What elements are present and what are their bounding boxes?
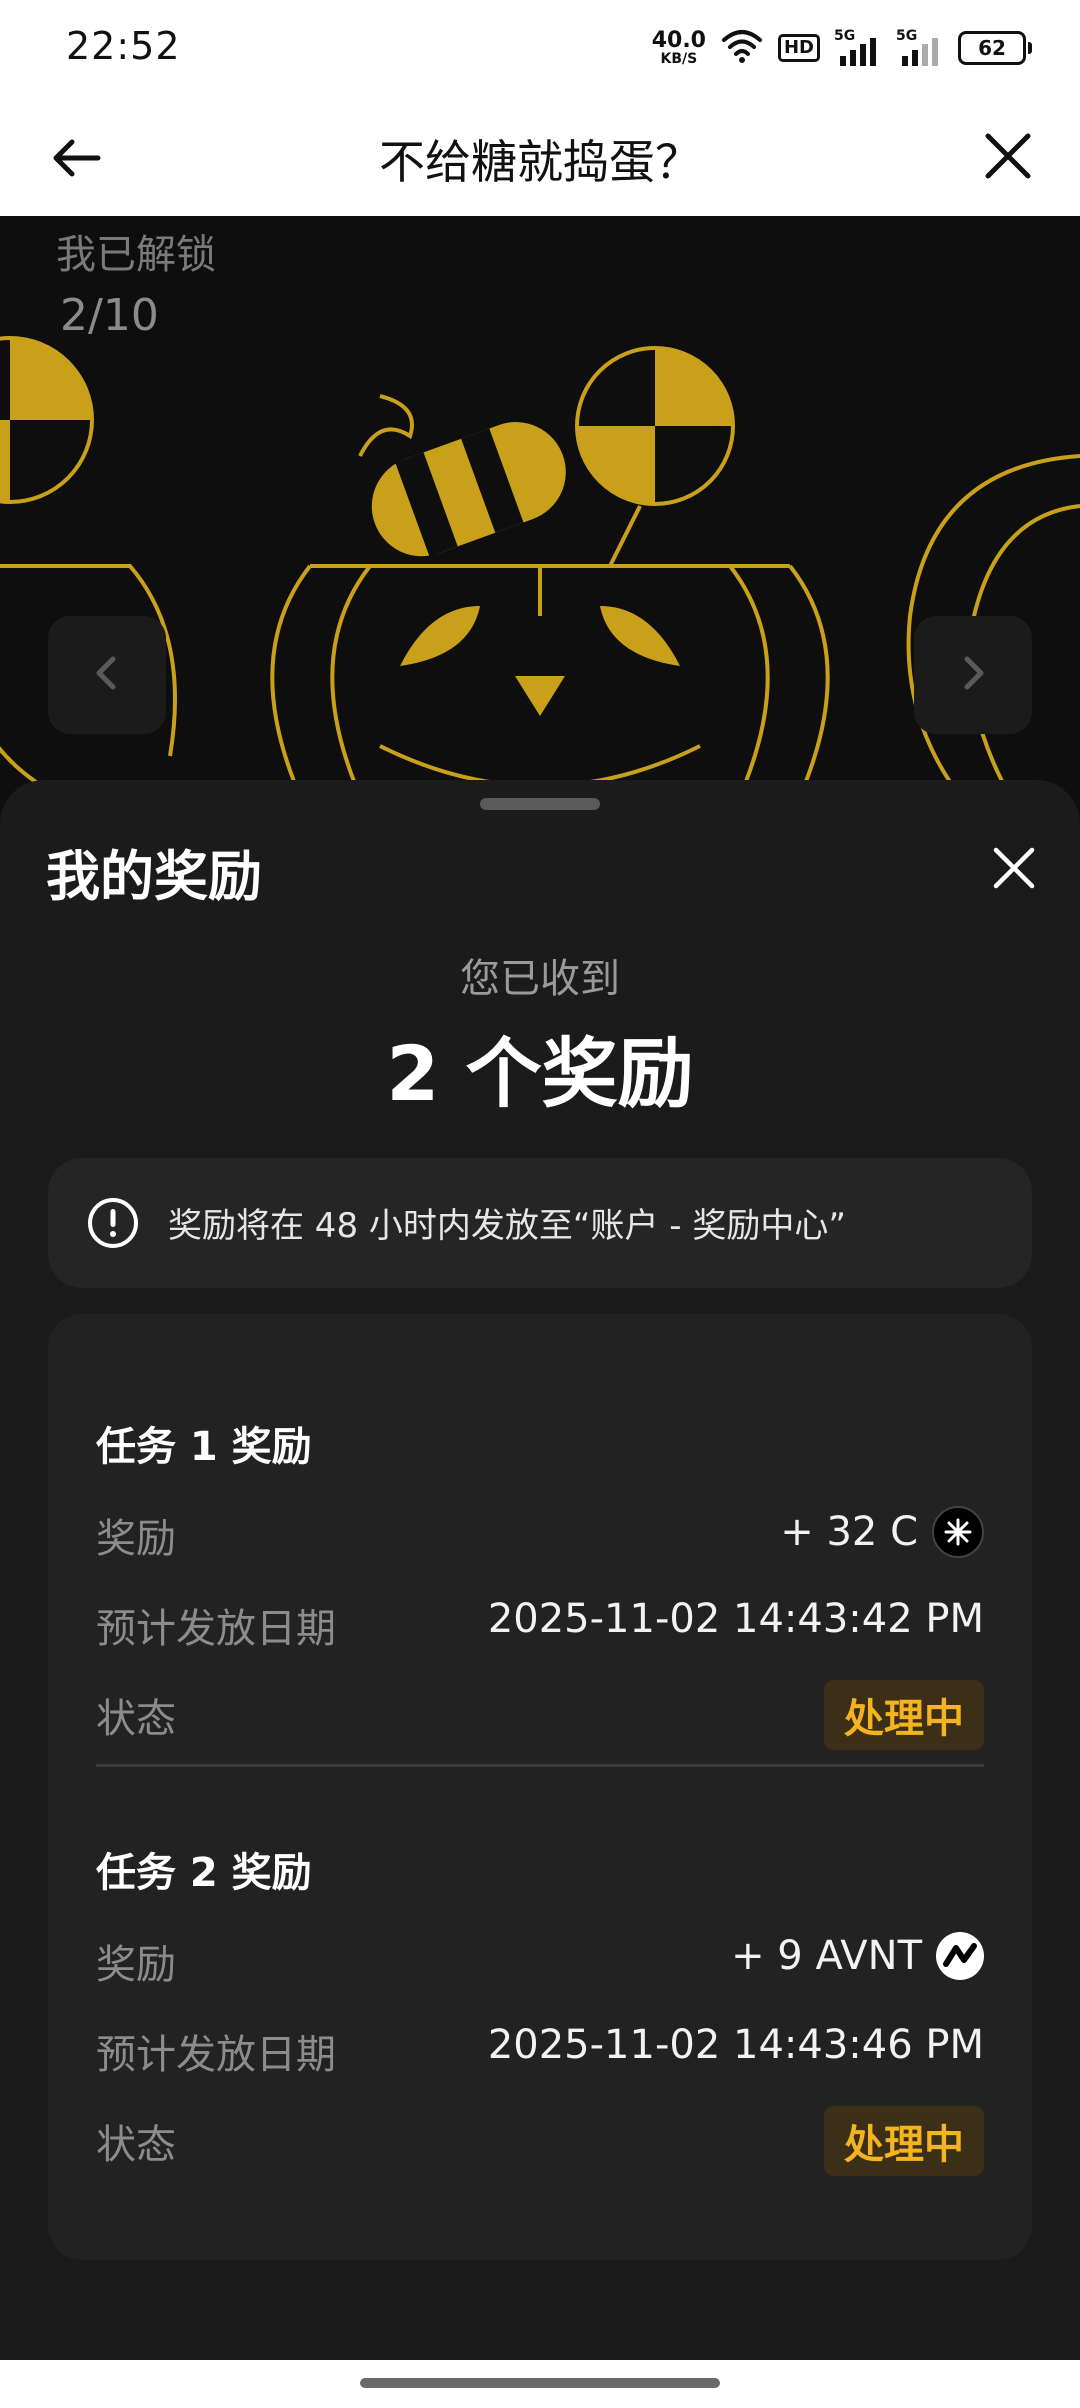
status-time: 22:52 (66, 24, 181, 68)
date-label: 预计发放日期 (96, 2032, 336, 2078)
reward-amount: + 9 AVNT (731, 1933, 922, 1979)
chevron-right-icon (953, 653, 993, 697)
status-label: 状态 (96, 2122, 176, 2168)
c-token-icon (932, 1506, 984, 1558)
reward-label: 奖励 (96, 1942, 176, 1988)
task-title: 任务 1 奖励 (96, 1424, 312, 1470)
status-badge: 处理中 (824, 1680, 984, 1750)
task-rewards-card: 任务 1 奖励 奖励 + 32 C 预计发放日期 2025-11-02 14:4… (48, 1314, 1032, 2260)
network-speed-unit: KB/S (660, 51, 698, 67)
home-indicator[interactable] (360, 2378, 720, 2388)
top-nav-bar: 不给糖就捣蛋？ (0, 96, 1080, 216)
task-title: 任务 2 奖励 (96, 1850, 312, 1896)
signal-icon: 5G (896, 28, 944, 68)
signal-icon: 5G (834, 28, 882, 68)
prev-button[interactable] (48, 616, 166, 734)
status-bar: 22:52 40.0 KB/S HD 5G 5G 62 (0, 0, 1080, 96)
battery-icon: 62 (958, 31, 1032, 65)
date-label: 预计发放日期 (96, 1606, 336, 1652)
battery-level: 62 (958, 31, 1026, 65)
reward-label: 奖励 (96, 1516, 176, 1562)
chevron-left-icon (87, 653, 127, 697)
close-icon[interactable] (984, 838, 1044, 898)
wifi-icon (720, 28, 764, 68)
date-value: 2025-11-02 14:43:42 PM (487, 1596, 984, 1642)
status-row: 状态 处理中 (96, 2106, 984, 2176)
date-value: 2025-11-02 14:43:46 PM (487, 2022, 984, 2068)
avnt-token-icon (936, 1932, 984, 1980)
reward-row: 奖励 + 32 C (96, 1500, 984, 1562)
event-hero-banner: 我已解锁 2/10 (0, 216, 1080, 796)
status-label: 状态 (96, 1696, 176, 1742)
hd-icon: HD (777, 34, 820, 62)
sheet-title: 我的奖励 (46, 845, 262, 908)
reward-amount: + 32 C (780, 1509, 918, 1555)
reward-count: 2 个奖励 (386, 1029, 694, 1118)
status-icons: 40.0 KB/S HD 5G 5G 62 (652, 24, 1032, 72)
network-speed-value: 40.0 (651, 28, 706, 53)
unlock-label: 我已解锁 (56, 232, 216, 278)
info-icon (86, 1196, 140, 1250)
date-row: 预计发放日期 2025-11-02 14:43:42 PM (96, 1590, 984, 1652)
received-label: 您已收到 (460, 956, 620, 1002)
sheet-drag-handle[interactable] (480, 798, 600, 810)
notice-banner: 奖励将在 48 小时内发放至“账户 - 奖励中心” (48, 1158, 1032, 1288)
next-button[interactable] (914, 616, 1032, 734)
unlock-count: 2/10 (60, 290, 159, 341)
reward-row: 奖励 + 9 AVNT (96, 1926, 984, 1988)
reward-value: + 9 AVNT (731, 1932, 984, 1980)
rewards-bottom-sheet: 我的奖励 您已收到 2 个奖励 奖励将在 48 小时内发放至“账户 - 奖励中心… (0, 780, 1080, 2360)
close-icon[interactable] (978, 126, 1038, 186)
date-row: 预计发放日期 2025-11-02 14:43:46 PM (96, 2016, 984, 2078)
page-title: 不给糖就捣蛋？ (379, 135, 701, 189)
notice-text: 奖励将在 48 小时内发放至“账户 - 奖励中心” (168, 1206, 846, 1246)
status-badge: 处理中 (824, 2106, 984, 2176)
system-nav-bar (0, 2360, 1080, 2408)
reward-value: + 32 C (780, 1506, 984, 1558)
status-row: 状态 处理中 (96, 1680, 984, 1750)
network-speed: 40.0 KB/S (651, 28, 706, 67)
divider (96, 1764, 984, 1767)
